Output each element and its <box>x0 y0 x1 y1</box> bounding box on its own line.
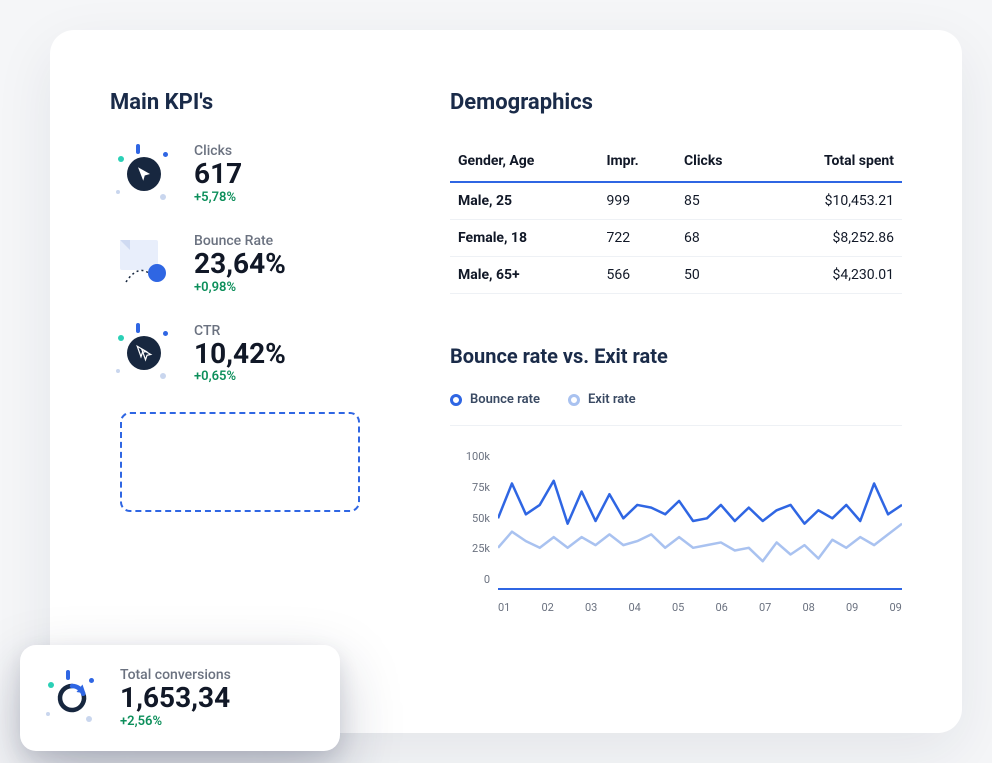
table-cell: $4,230.01 <box>764 257 902 294</box>
table-cell: 566 <box>598 257 676 294</box>
legend-bounce-rate[interactable]: Bounce rate <box>450 392 540 407</box>
col-impressions: Impr. <box>598 143 676 182</box>
legend-label: Bounce rate <box>470 392 540 407</box>
kpi-value: 617 <box>194 159 242 190</box>
double-cursor-burst-icon <box>114 323 174 383</box>
refresh-burst-icon <box>44 670 100 726</box>
table-row: Male, 2599985$10,453.21 <box>450 182 902 220</box>
legend-marker-icon <box>568 394 580 406</box>
table-cell: 85 <box>676 182 764 220</box>
line-chart-svg <box>498 454 902 588</box>
drop-zone-placeholder[interactable] <box>120 412 360 512</box>
y-tick: 75k <box>450 481 490 494</box>
double-cursor-icon <box>135 344 153 362</box>
kpi-change: +0,65% <box>194 369 286 384</box>
legend-marker-icon <box>450 394 462 406</box>
col-clicks: Clicks <box>676 143 764 182</box>
y-tick: 50k <box>450 512 490 525</box>
table-row: Female, 1872268$8,252.86 <box>450 220 902 257</box>
y-tick: 0 <box>450 573 490 586</box>
table-cell: 50 <box>676 257 764 294</box>
table-cell: $10,453.21 <box>764 182 902 220</box>
bounce-icon <box>114 234 174 294</box>
table-cell: Female, 18 <box>450 220 598 257</box>
table-row: Male, 65+56650$4,230.01 <box>450 257 902 294</box>
cursor-burst-icon <box>114 144 174 204</box>
demographics-table: Gender, Age Impr. Clicks Total spent Mal… <box>450 143 902 294</box>
col-gender-age: Gender, Age <box>450 143 598 182</box>
kpi-panel: Main KPI's Clicks 617 +5,78% <box>110 90 390 683</box>
x-tick: 01 <box>498 601 510 614</box>
x-tick: 09 <box>846 601 858 614</box>
kpi-clicks: Clicks 617 +5,78% <box>110 143 390 205</box>
x-tick: 05 <box>672 601 684 614</box>
chart-area: 100k75k50k25k0 01020304050607080909 <box>450 454 902 614</box>
x-tick: 03 <box>585 601 597 614</box>
table-cell: Male, 65+ <box>450 257 598 294</box>
kpi-ctr: CTR 10,42% +0,65% <box>110 323 390 385</box>
chart-title: Bounce rate vs. Exit rate <box>450 344 902 368</box>
chart-line <box>498 524 902 562</box>
total-conversions-card[interactable]: Total conversions 1,653,34 +2,56% <box>20 645 340 751</box>
x-tick: 08 <box>803 601 815 614</box>
kpi-change: +0,98% <box>194 280 286 295</box>
kpi-title: Main KPI's <box>110 90 390 115</box>
conversions-change: +2,56% <box>120 714 231 729</box>
plot-area <box>498 454 902 590</box>
y-tick: 100k <box>450 450 490 463</box>
y-tick: 25k <box>450 542 490 555</box>
y-axis: 100k75k50k25k0 <box>450 454 490 590</box>
refresh-icon <box>54 680 90 716</box>
chart-legend: Bounce rate Exit rate <box>450 392 902 426</box>
conversions-value: 1,653,34 <box>120 683 231 714</box>
cursor-icon <box>135 165 153 183</box>
table-cell: 68 <box>676 220 764 257</box>
dashboard-card: Main KPI's Clicks 617 +5,78% <box>50 30 962 733</box>
x-tick: 06 <box>716 601 728 614</box>
table-cell: $8,252.86 <box>764 220 902 257</box>
col-total-spent: Total spent <box>764 143 902 182</box>
x-tick: 09 <box>890 601 902 614</box>
x-tick: 02 <box>542 601 554 614</box>
table-cell: 722 <box>598 220 676 257</box>
table-cell: 999 <box>598 182 676 220</box>
legend-label: Exit rate <box>588 392 636 407</box>
x-axis: 01 02 03 04 05 06 07 08 09 09 <box>498 601 902 614</box>
chart-line <box>498 481 902 524</box>
kpi-value: 23,64% <box>194 249 286 280</box>
kpi-bounce-rate: Bounce Rate 23,64% +0,98% <box>110 233 390 295</box>
x-tick: 04 <box>629 601 641 614</box>
kpi-value: 10,42% <box>194 339 286 370</box>
right-panel: Demographics Gender, Age Impr. Clicks To… <box>450 90 902 683</box>
kpi-change: +5,78% <box>194 190 242 205</box>
legend-exit-rate[interactable]: Exit rate <box>568 392 636 407</box>
x-tick: 07 <box>759 601 771 614</box>
demographics-title: Demographics <box>450 90 902 115</box>
table-cell: Male, 25 <box>450 182 598 220</box>
